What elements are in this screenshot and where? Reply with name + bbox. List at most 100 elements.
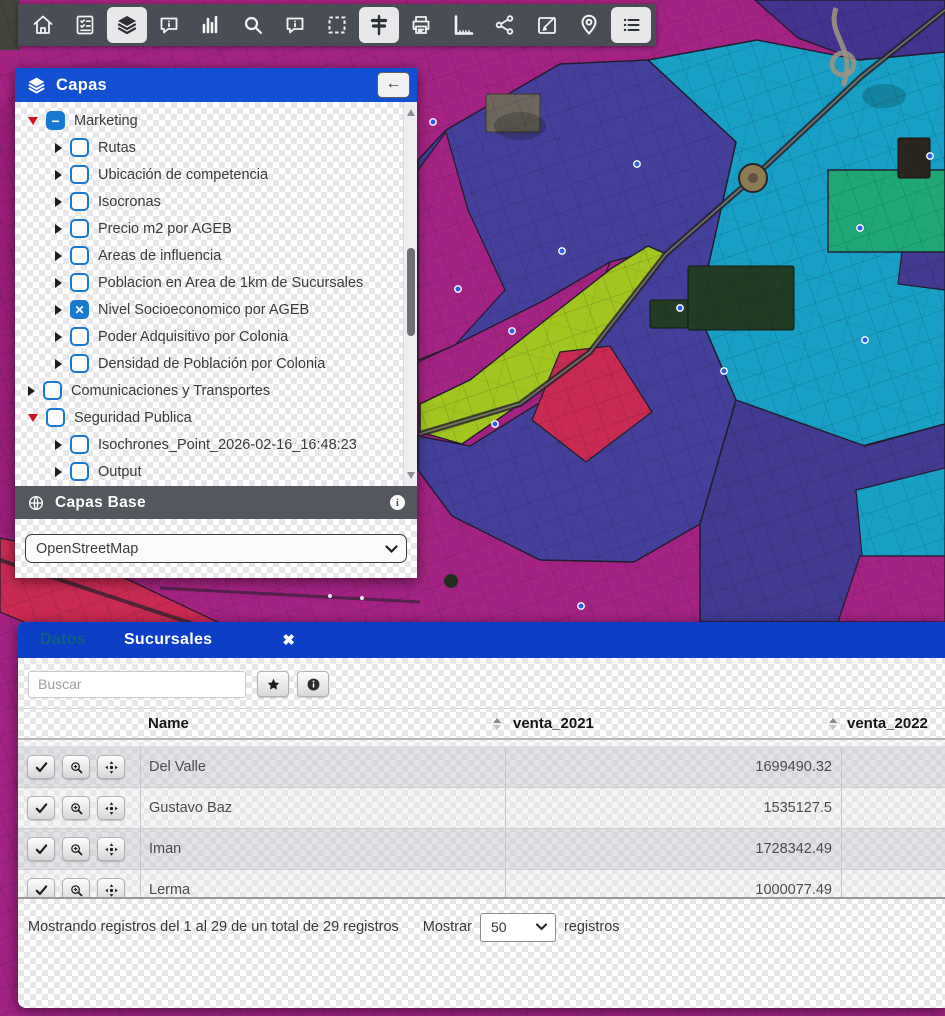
select-row-button[interactable] (27, 755, 55, 779)
layer-checkbox[interactable] (70, 462, 89, 481)
share-button[interactable] (485, 7, 525, 43)
cell-venta-2022 (841, 788, 945, 828)
layer-tree-item[interactable]: Output (15, 458, 403, 485)
identify-info-button[interactable] (275, 7, 315, 43)
expander-icon[interactable] (55, 359, 62, 369)
layer-tree-item[interactable]: Poder Adquisitivo por Colonia (15, 323, 403, 350)
layers-button[interactable] (107, 7, 147, 43)
layer-checkbox[interactable] (70, 219, 89, 238)
ruler-button[interactable] (443, 7, 483, 43)
pan-to-feature-button[interactable] (97, 755, 125, 779)
tab-sucursales[interactable]: Sucursales (124, 631, 212, 649)
pan-to-feature-button[interactable] (97, 796, 125, 820)
layer-checkbox[interactable] (70, 165, 89, 184)
actions-column-header (18, 709, 140, 738)
selection-box-button[interactable] (317, 7, 357, 43)
expander-icon[interactable] (55, 251, 62, 261)
expander-icon[interactable] (55, 440, 62, 450)
layer-tree-item[interactable]: Isochrones_Point_2026-02-16_16:48:23 (15, 431, 403, 458)
expander-icon[interactable] (28, 117, 38, 125)
expander-icon[interactable] (55, 170, 62, 180)
bar-chart-button[interactable] (191, 7, 231, 43)
print-button[interactable] (401, 7, 441, 43)
layer-tree-item[interactable]: Comunicaciones y Transportes (15, 377, 403, 404)
info-icon[interactable]: i (390, 495, 405, 510)
pan-to-feature-button[interactable] (97, 837, 125, 861)
expander-icon[interactable] (55, 332, 62, 342)
table-bottom-divider (18, 897, 945, 899)
scroll-up-icon[interactable] (407, 109, 415, 116)
layer-tree-item[interactable]: Rutas (15, 134, 403, 161)
layer-checkbox[interactable] (46, 111, 65, 130)
layer-tree-item[interactable]: Poblacion en Area de 1km de Sucursales (15, 269, 403, 296)
zoom-to-feature-button[interactable] (62, 796, 90, 820)
layer-tree-item[interactable]: Isocronas (15, 188, 403, 215)
home-button[interactable] (23, 7, 63, 43)
sort-icon[interactable] (829, 718, 837, 730)
expander-icon[interactable] (55, 278, 62, 288)
tab-datos[interactable]: Datos (40, 631, 86, 649)
select-row-button[interactable] (27, 796, 55, 820)
search-input[interactable] (28, 671, 246, 698)
zoom-to-feature-button[interactable] (62, 755, 90, 779)
layer-checkbox[interactable] (43, 381, 62, 400)
column-header-venta-2022[interactable]: venta_2022 (841, 709, 945, 738)
layer-tree-item[interactable]: Ubicación de competencia (15, 161, 403, 188)
table-row[interactable]: Iman 1728342.49 (18, 829, 945, 870)
table-row[interactable]: Gustavo Baz 1535127.5 (18, 788, 945, 829)
search-button[interactable] (233, 7, 273, 43)
column-header-name[interactable]: Name (140, 709, 505, 738)
expander-icon[interactable] (55, 224, 62, 234)
column-header-venta-2021[interactable]: venta_2021 (505, 709, 841, 738)
sort-icon[interactable] (493, 718, 501, 730)
form-checklist-button[interactable] (65, 7, 105, 43)
table-row[interactable]: Lerma 1000077.49 (18, 870, 945, 897)
list-button[interactable] (611, 7, 651, 43)
table-info-button[interactable] (297, 671, 329, 697)
location-pin-button[interactable] (569, 7, 609, 43)
expander-icon[interactable] (55, 305, 62, 315)
layers-scrollbar[interactable] (403, 102, 417, 486)
layer-checkbox[interactable] (70, 300, 89, 319)
layer-checkbox[interactable] (70, 354, 89, 373)
signpost-button[interactable] (359, 7, 399, 43)
layer-checkbox[interactable] (46, 408, 65, 427)
expander-icon[interactable] (28, 386, 35, 396)
layer-tree-item[interactable]: Nivel Socioeconomico por AGEB (15, 296, 403, 323)
zoom-to-feature-button[interactable] (62, 878, 90, 897)
layer-tree-item[interactable]: Densidad de Población por Colonia (15, 350, 403, 377)
cell-name: Gustavo Baz (140, 788, 505, 828)
check-icon (34, 883, 49, 898)
select-row-button[interactable] (27, 878, 55, 897)
collapse-panel-button[interactable]: ← (377, 72, 410, 98)
layer-tree-item[interactable]: Areas de influencia (15, 242, 403, 269)
layer-tree-item[interactable]: Seguridad Publica (15, 404, 403, 431)
layer-checkbox[interactable] (70, 327, 89, 346)
layer-tree-item[interactable]: Marketing (15, 107, 403, 134)
layer-checkbox[interactable] (70, 435, 89, 454)
table-row[interactable]: Del Valle 1699490.32 (18, 747, 945, 788)
expander-icon[interactable] (28, 414, 38, 422)
expander-icon[interactable] (55, 143, 62, 153)
layer-checkbox[interactable] (70, 273, 89, 292)
base-layer-select[interactable]: OpenStreetMap (25, 534, 407, 563)
comment-info-button[interactable] (149, 7, 189, 43)
layer-checkbox[interactable] (70, 246, 89, 265)
pan-to-feature-button[interactable] (97, 878, 125, 897)
scroll-down-icon[interactable] (407, 472, 415, 479)
layer-tree-item[interactable]: Precio m2 por AGEB (15, 215, 403, 242)
select-row-button[interactable] (27, 837, 55, 861)
layer-checkbox[interactable] (70, 138, 89, 157)
edit-button[interactable] (527, 7, 567, 43)
zoom-to-feature-button[interactable] (62, 837, 90, 861)
favorite-button[interactable] (257, 671, 289, 697)
close-icon[interactable]: ✖ (282, 631, 295, 649)
row-actions (18, 870, 140, 897)
expander-icon[interactable] (55, 197, 62, 207)
scrollbar-thumb[interactable] (407, 248, 415, 336)
layer-checkbox[interactable] (70, 192, 89, 211)
page-size-select[interactable]: 50 (480, 913, 556, 942)
expander-icon[interactable] (55, 467, 62, 477)
signpost-icon (367, 13, 391, 37)
list-icon (619, 13, 643, 37)
